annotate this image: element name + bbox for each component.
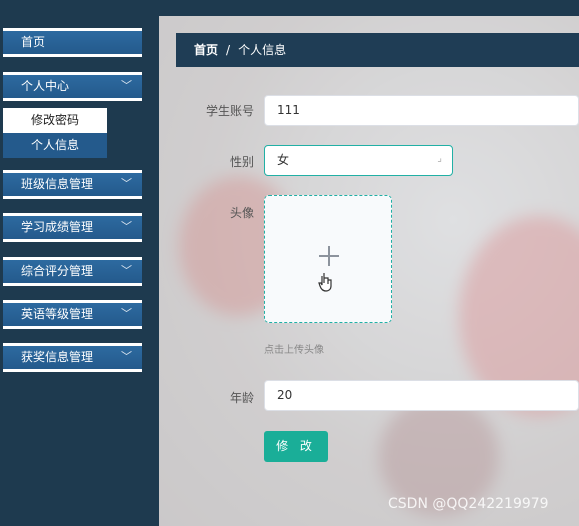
breadcrumb: 首页 / 个人信息 bbox=[176, 33, 579, 67]
submenu-personal-center: 修改密码 个人信息 bbox=[3, 108, 107, 158]
sidebar-item-label: 综合评分管理 bbox=[21, 264, 94, 278]
gender-select[interactable]: 女 ⌟ bbox=[264, 145, 453, 176]
gender-select-value: 女 bbox=[277, 153, 290, 167]
sidebar-item-label: 学习成绩管理 bbox=[21, 220, 94, 234]
sidebar-item-label: 英语等级管理 bbox=[21, 307, 94, 321]
gender-label: 性别 bbox=[229, 155, 254, 169]
sidebar-item-label: 首页 bbox=[21, 35, 46, 49]
breadcrumb-current: 个人信息 bbox=[238, 43, 287, 57]
sidebar-item-home[interactable]: 首页 bbox=[3, 28, 142, 57]
chevron-down-icon: ﹀ bbox=[121, 220, 132, 233]
sidebar-item-class-info[interactable]: 班级信息管理 ﹀ bbox=[3, 170, 142, 199]
chevron-down-icon: ﹀ bbox=[121, 264, 132, 277]
select-arrow-icon: ⌟ bbox=[437, 153, 442, 164]
sidebar-item-english-level[interactable]: 英语等级管理 ﹀ bbox=[3, 300, 142, 329]
submenu-item-personal-info[interactable]: 个人信息 bbox=[3, 133, 107, 158]
account-field[interactable]: 111 bbox=[264, 95, 579, 126]
age-label: 年龄 bbox=[229, 391, 254, 405]
top-bar bbox=[0, 0, 579, 16]
watermark: CSDN @QQ242219979 bbox=[388, 496, 549, 512]
sidebar-item-personal-center[interactable]: 个人中心 ﹀ bbox=[3, 72, 142, 101]
chevron-down-icon: ﹀ bbox=[121, 307, 132, 320]
sidebar-item-label: 获奖信息管理 bbox=[21, 350, 94, 364]
sidebar-item-awards[interactable]: 获奖信息管理 ﹀ bbox=[3, 343, 142, 372]
breadcrumb-home[interactable]: 首页 bbox=[194, 43, 218, 57]
main-content: 首页 / 个人信息 学生账号 111 性别 女 ⌟ 头像 点击上传头像 年龄 20 … bbox=[159, 16, 579, 526]
chevron-down-icon: ﹀ bbox=[121, 350, 132, 363]
avatar-label: 头像 bbox=[229, 206, 254, 220]
submenu-item-change-password[interactable]: 修改密码 bbox=[3, 108, 107, 133]
age-field[interactable]: 20 bbox=[264, 380, 579, 411]
hand-cursor-icon bbox=[318, 273, 332, 292]
chevron-down-icon: ﹀ bbox=[121, 177, 132, 190]
sidebar-item-label: 班级信息管理 bbox=[21, 177, 94, 191]
breadcrumb-separator: / bbox=[226, 43, 231, 57]
sidebar-item-scores[interactable]: 综合评分管理 ﹀ bbox=[3, 257, 142, 286]
sidebar-item-grades[interactable]: 学习成绩管理 ﹀ bbox=[3, 213, 142, 242]
sidebar: 首页 个人中心 ﹀ 修改密码 个人信息 班级信息管理 ﹀ 学习成绩管理 ﹀ 综合… bbox=[0, 16, 159, 526]
sidebar-item-label: 个人中心 bbox=[21, 79, 70, 93]
plus-icon-stem bbox=[328, 246, 330, 266]
avatar-uploader[interactable] bbox=[264, 195, 392, 323]
account-label: 学生账号 bbox=[205, 104, 254, 118]
avatar-hint: 点击上传头像 bbox=[264, 345, 324, 356]
submit-button[interactable]: 修 改 bbox=[264, 431, 328, 462]
chevron-down-icon: ﹀ bbox=[121, 79, 132, 92]
